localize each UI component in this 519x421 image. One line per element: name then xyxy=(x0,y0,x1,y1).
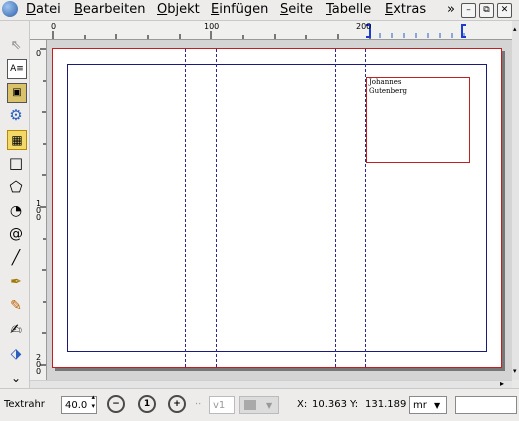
vruler-label-200: 2 0 0 xyxy=(36,353,42,376)
toolbox: ⇖ A≡ ▣ ⚙ ▦ □ ⬠ ◔ @ ╱ ✒ ✎ ✍ ⬗ ⌄ xyxy=(0,21,30,394)
coord-x-label: X: xyxy=(297,399,308,410)
column-guide[interactable] xyxy=(335,49,336,367)
arc-icon[interactable]: ◔ xyxy=(7,202,25,220)
statusbar: Textrahr 40.0 ▴ ▾ − 1 + ⋅⋅ v1 ▼ X: 10.363… xyxy=(0,388,519,421)
bezier-icon[interactable]: ✒ xyxy=(7,273,25,291)
menu-extras[interactable]: Extras xyxy=(385,2,426,17)
app-logo-icon xyxy=(2,1,18,17)
menu-bearbeiten[interactable]: Bearbeiten xyxy=(74,2,145,17)
zoom-input[interactable]: 40.0 ▴ ▾ xyxy=(61,393,97,414)
menubar: Datei Bearbeiten Objekt Einfügen Seite T… xyxy=(0,0,519,21)
chevron-down-icon: ▼ xyxy=(266,401,273,410)
coord-y-label: Y: xyxy=(350,399,359,410)
text-frame-icon[interactable]: A≡ xyxy=(7,59,27,79)
menu-overflow-icon[interactable]: » xyxy=(447,2,455,17)
image-frame-icon[interactable]: ▣ xyxy=(7,83,27,103)
coord-x-value: 10.363 xyxy=(312,399,347,410)
scroll-down-icon[interactable]: ▾ xyxy=(513,367,517,375)
line-icon[interactable]: ╱ xyxy=(7,249,25,267)
ruler-ticks xyxy=(52,24,466,39)
close-button[interactable]: ✕ xyxy=(497,3,512,18)
zoom-in-icon[interactable]: + xyxy=(168,395,186,413)
zoom-100-icon[interactable]: 1 xyxy=(138,395,156,413)
spiral-icon[interactable]: @ xyxy=(7,225,25,243)
menu-seite[interactable]: Seite xyxy=(280,2,313,17)
menu-objekt[interactable]: Objekt xyxy=(157,2,200,17)
polygon-icon[interactable]: ⬠ xyxy=(7,178,25,196)
render-frame-icon[interactable]: ⚙ xyxy=(7,106,25,124)
calligraphy-icon[interactable]: ✍ xyxy=(7,321,25,339)
vertical-scrollbar[interactable]: ▴ ▾ xyxy=(512,21,519,380)
unit-value: mr xyxy=(413,400,427,411)
scroll-up-icon[interactable]: ▴ xyxy=(513,25,517,33)
menu-tabelle[interactable]: Tabelle xyxy=(326,2,371,17)
more-tools-icon[interactable]: ⌄ xyxy=(7,369,25,387)
table-icon[interactable]: ▦ xyxy=(7,130,27,150)
layer-select[interactable]: ▼ xyxy=(239,396,279,414)
menu-einfuegen[interactable]: Einfügen xyxy=(211,2,268,17)
ruler-label-100: 100 xyxy=(204,22,220,31)
text-frame-content: Johannes Gutenberg xyxy=(369,78,408,95)
page-select[interactable]: v1 xyxy=(209,396,235,414)
vruler-label-0: 0 xyxy=(36,49,42,58)
page-value: v1 xyxy=(213,400,226,411)
text-frame[interactable]: Johannes Gutenberg xyxy=(366,77,470,163)
ruler-label-0: 0 xyxy=(51,22,57,31)
chevron-down-icon: ▼ xyxy=(434,401,441,410)
coord-y-value: 131.189 xyxy=(365,399,407,410)
menu-datei[interactable]: Datei xyxy=(26,2,61,17)
select-icon[interactable]: ⇖ xyxy=(7,37,25,55)
column-guide[interactable] xyxy=(216,49,217,367)
mode-label: Textrahr xyxy=(4,399,45,410)
zoom-out-icon[interactable]: − xyxy=(107,395,125,413)
column-guide[interactable] xyxy=(185,49,186,367)
scroll-right-icon[interactable]: ▸ xyxy=(500,379,504,388)
layer-color-icon xyxy=(244,400,256,410)
page-nav-icon: ⋅⋅ xyxy=(195,399,202,410)
unit-select[interactable]: mr ▼ xyxy=(409,396,447,414)
ruler-label-200: 200 xyxy=(356,22,372,31)
search-field[interactable] xyxy=(455,396,517,414)
horizontal-ruler[interactable]: 0 100 200 xyxy=(30,21,512,40)
rotate-icon[interactable]: ⬗ xyxy=(7,345,25,363)
vruler-label-100: 1 0 0 xyxy=(36,199,42,222)
zoom-value: 40.0 xyxy=(65,400,88,411)
vertical-ruler[interactable]: 0 1 0 0 2 0 0 xyxy=(30,40,47,380)
page[interactable]: Johannes Gutenberg xyxy=(52,48,502,368)
minimize-button[interactable]: – xyxy=(461,3,476,18)
zoom-stepper-icon[interactable]: ▴ ▾ xyxy=(91,393,95,411)
freehand-icon[interactable]: ✎ xyxy=(7,297,25,315)
restore-button[interactable]: ⧉ xyxy=(479,3,494,18)
shape-icon[interactable]: □ xyxy=(7,154,25,172)
document-canvas[interactable]: Johannes Gutenberg xyxy=(47,40,512,380)
